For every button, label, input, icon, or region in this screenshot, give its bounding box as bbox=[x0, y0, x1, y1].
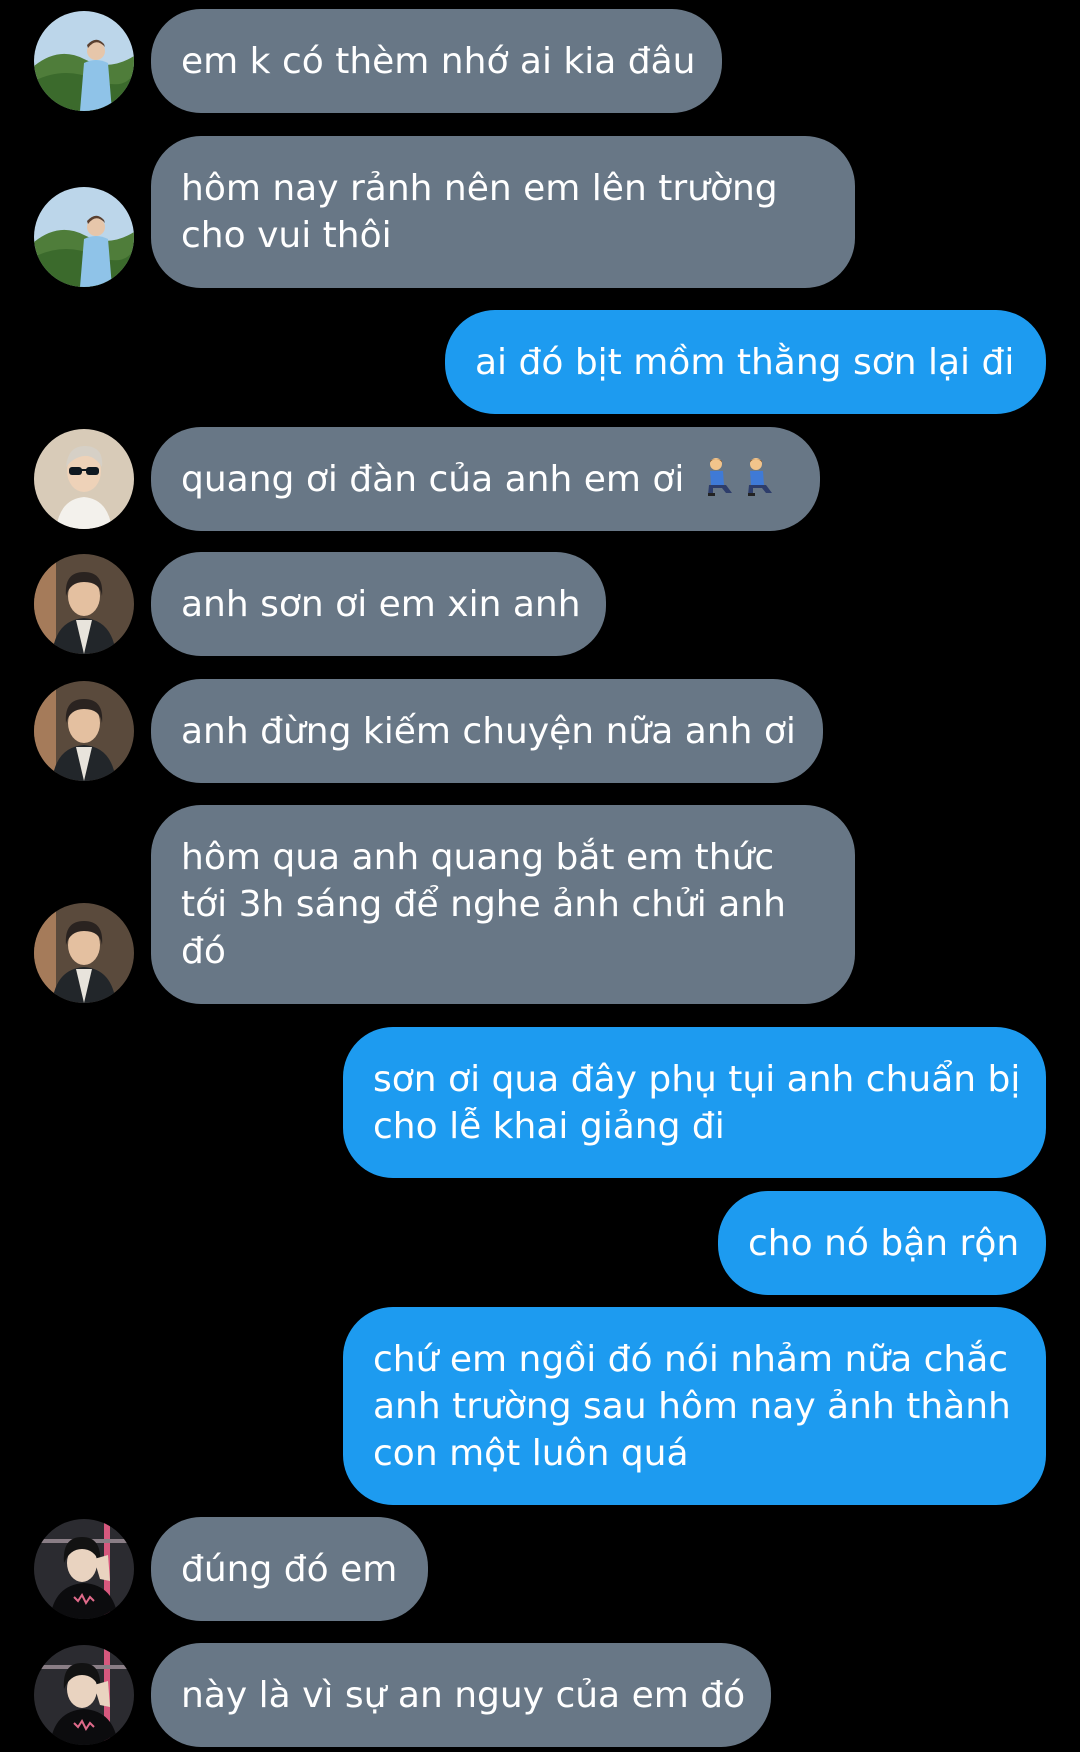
message-text: đúng đó em bbox=[181, 1548, 398, 1590]
message-text: cho nó bận rộn bbox=[748, 1222, 1020, 1264]
incoming-message-bubble[interactable]: anh sơn ơi em xin anh bbox=[151, 552, 606, 656]
avatar-dark-pose-image bbox=[34, 1645, 134, 1745]
message-text-line: cho vui thôi bbox=[181, 215, 392, 256]
outgoing-message-bubble[interactable]: chứ em ngồi đó nói nhảm nữa chắc anh trư… bbox=[343, 1307, 1046, 1505]
message-text: quang ơi đàn của anh em ơi bbox=[181, 458, 685, 500]
avatar-landscape-image bbox=[34, 187, 134, 287]
message-text-line: hôm qua anh quang bắt em thức bbox=[181, 837, 775, 878]
message-text-line: đó bbox=[181, 931, 226, 972]
message-text-line: cho lễ khai giảng đi bbox=[373, 1105, 725, 1147]
avatar-indoor-image bbox=[34, 681, 134, 781]
message-text-line: sơn ơi qua đây phụ tụi anh chuẩn bị bbox=[373, 1058, 1021, 1100]
message-text: quang ơi đàn của anh em ơi bbox=[181, 456, 790, 503]
message-text: ai đó bịt mồm thằng sơn lại đi bbox=[475, 341, 1015, 383]
avatar-landscape[interactable] bbox=[34, 187, 134, 287]
message-text-line: anh trường sau hôm nay ảnh thành bbox=[373, 1385, 1011, 1427]
outgoing-message-bubble[interactable]: cho nó bận rộn bbox=[718, 1191, 1046, 1295]
avatar-sunglasses[interactable] bbox=[34, 429, 134, 529]
avatar-sunglasses-image bbox=[34, 429, 134, 529]
avatar-indoor[interactable] bbox=[34, 903, 134, 1003]
message-text-line: con một luôn quá bbox=[373, 1432, 689, 1474]
person-kneeling-emoji bbox=[707, 457, 732, 496]
incoming-message-bubble[interactable]: đúng đó em bbox=[151, 1517, 428, 1621]
incoming-message-bubble[interactable]: em k có thèm nhớ ai kia đâu bbox=[151, 9, 722, 113]
avatar-dark-pose-image bbox=[34, 1519, 134, 1619]
message-text: em k có thèm nhớ ai kia đâu bbox=[181, 40, 696, 82]
outgoing-message-bubble[interactable]: ai đó bịt mồm thằng sơn lại đi bbox=[445, 310, 1046, 414]
incoming-message-bubble[interactable]: này là vì sự an nguy của em đó bbox=[151, 1643, 771, 1747]
message-text: này là vì sự an nguy của em đó bbox=[181, 1674, 746, 1716]
message-text: anh sơn ơi em xin anh bbox=[181, 583, 581, 625]
avatar-indoor-image bbox=[34, 554, 134, 654]
outgoing-message-bubble[interactable]: sơn ơi qua đây phụ tụi anh chuẩn bị cho … bbox=[343, 1027, 1046, 1178]
incoming-message-bubble[interactable]: hôm nay rảnh nên em lên trường cho vui t… bbox=[151, 136, 855, 288]
avatar-landscape-image bbox=[34, 11, 134, 111]
person-kneeling-emoji bbox=[747, 457, 772, 496]
avatar-indoor[interactable] bbox=[34, 554, 134, 654]
avatar-indoor-image bbox=[34, 903, 134, 1003]
avatar-dark-pose[interactable] bbox=[34, 1645, 134, 1745]
avatar-dark-pose[interactable] bbox=[34, 1519, 134, 1619]
message-text-line: hôm nay rảnh nên em lên trường bbox=[181, 168, 778, 209]
incoming-message-bubble[interactable]: anh đừng kiếm chuyện nữa anh ơi bbox=[151, 679, 823, 783]
message-text-line: tới 3h sáng để nghe ảnh chửi anh bbox=[181, 884, 786, 925]
avatar-indoor[interactable] bbox=[34, 681, 134, 781]
message-text: anh đừng kiếm chuyện nữa anh ơi bbox=[181, 710, 796, 752]
incoming-message-bubble[interactable]: hôm qua anh quang bắt em thức tới 3h sán… bbox=[151, 805, 855, 1004]
avatar-landscape[interactable] bbox=[34, 11, 134, 111]
message-text-line: chứ em ngồi đó nói nhảm nữa chắc bbox=[373, 1338, 1009, 1380]
incoming-message-bubble[interactable]: quang ơi đàn của anh em ơi bbox=[151, 427, 820, 531]
